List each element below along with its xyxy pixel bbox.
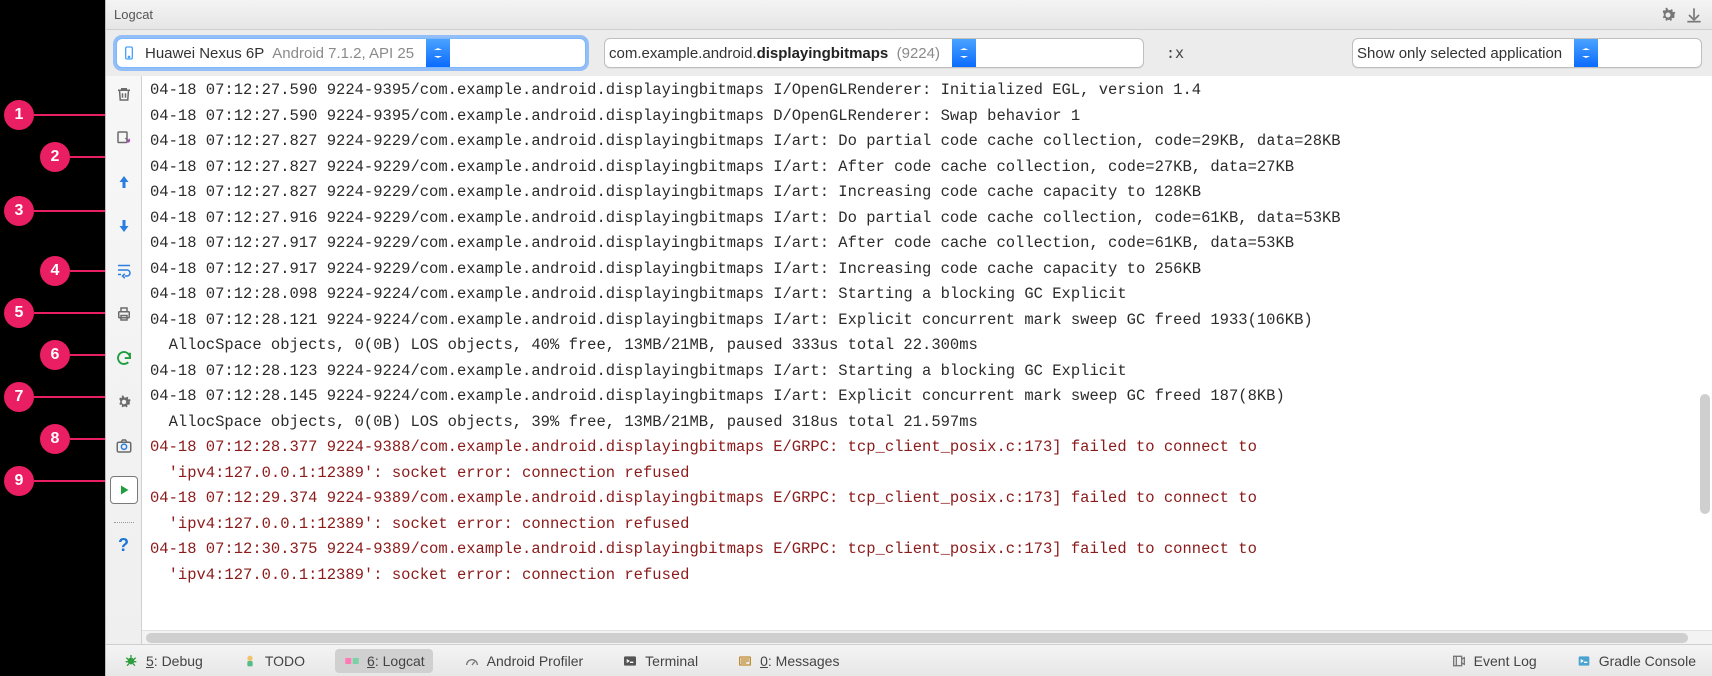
settings-button[interactable] xyxy=(110,388,138,416)
logcat-icon xyxy=(343,652,361,670)
device-icon xyxy=(117,45,141,61)
logcat-gutter-toolbar: ? xyxy=(106,76,142,644)
log-line: 04-18 07:12:30.375 9224-9389/com.example… xyxy=(150,537,1712,588)
hide-icon[interactable] xyxy=(1684,5,1704,25)
tab-debug-label: 5: Debug xyxy=(146,653,203,669)
process-pkg-bold: displayingbitmaps xyxy=(757,45,889,62)
callout-badge-5: 5 xyxy=(4,298,34,328)
tab-messages[interactable]: 0: Messages xyxy=(728,649,847,673)
log-line: 04-18 07:12:28.121 9224-9224/com.example… xyxy=(150,308,1712,359)
callout-badge-2: 2 xyxy=(40,142,70,172)
tab-debug[interactable]: 5: Debug xyxy=(114,649,211,673)
tab-event-log[interactable]: Event Log xyxy=(1442,649,1545,673)
callout-badge-7: 7 xyxy=(4,382,34,412)
tab-todo-label: TODO xyxy=(265,653,305,669)
clear-log-button[interactable] xyxy=(110,80,138,108)
down-stack-button[interactable] xyxy=(110,212,138,240)
annotation-callout-column: 1 2 3 4 5 6 7 8 9 xyxy=(0,0,105,676)
tab-gradle-console[interactable]: Gradle Console xyxy=(1567,649,1704,673)
screen-record-button[interactable] xyxy=(110,476,138,504)
tool-window-titlebar: Logcat xyxy=(106,0,1712,30)
tab-profiler-label: Android Profiler xyxy=(487,653,584,669)
logcat-panel: Logcat Huawei Nexus 6P Android 7.1.2, AP… xyxy=(105,0,1712,676)
eventlog-icon xyxy=(1450,652,1468,670)
log-viewport: 04-18 07:12:27.590 9224-9395/com.example… xyxy=(142,76,1712,644)
callout-badge-4: 4 xyxy=(40,256,70,286)
log-line: 04-18 07:12:27.827 9224-9229/com.example… xyxy=(150,129,1712,155)
process-pkg-prefix: com.example.android. xyxy=(609,45,757,62)
scroll-to-end-button[interactable] xyxy=(110,124,138,152)
dropdown-arrow-icon xyxy=(426,39,450,67)
log-line: 04-18 07:12:27.827 9224-9229/com.example… xyxy=(150,155,1712,181)
tab-terminal-label: Terminal xyxy=(645,653,698,669)
filter-mode-select[interactable]: Show only selected application xyxy=(1352,38,1702,68)
todo-icon xyxy=(241,652,259,670)
dropdown-arrow-icon xyxy=(1574,39,1598,67)
device-select[interactable]: Huawei Nexus 6P Android 7.1.2, API 25 xyxy=(116,38,586,68)
callout-badge-3: 3 xyxy=(4,196,34,226)
log-line: 04-18 07:12:27.827 9224-9229/com.example… xyxy=(150,180,1712,206)
device-name: Huawei Nexus 6P xyxy=(145,45,264,62)
regex-hint: :x xyxy=(1162,44,1188,62)
log-line: 04-18 07:12:28.123 9224-9224/com.example… xyxy=(150,359,1712,385)
callout-badge-8: 8 xyxy=(40,424,70,454)
callout-badge-9: 9 xyxy=(4,466,34,496)
log-line: 04-18 07:12:28.098 9224-9224/com.example… xyxy=(150,282,1712,308)
help-button[interactable]: ? xyxy=(110,531,138,559)
log-text[interactable]: 04-18 07:12:27.590 9224-9395/com.example… xyxy=(142,76,1712,630)
gear-icon[interactable] xyxy=(1658,5,1678,25)
vertical-scrollbar[interactable] xyxy=(1700,84,1710,624)
process-select[interactable]: com.example.android.displayingbitmaps (9… xyxy=(604,38,1144,68)
tab-logcat[interactable]: 6: Logcat xyxy=(335,649,433,673)
log-line: 04-18 07:12:27.590 9224-9395/com.example… xyxy=(150,104,1712,130)
restart-button[interactable] xyxy=(110,344,138,372)
log-line: 04-18 07:12:28.145 9224-9224/com.example… xyxy=(150,384,1712,435)
tab-eventlog-label: Event Log xyxy=(1474,653,1537,669)
gradle-icon xyxy=(1575,652,1593,670)
tab-logcat-label: 6: Logcat xyxy=(367,653,425,669)
up-stack-button[interactable] xyxy=(110,168,138,196)
tab-messages-label: 0: Messages xyxy=(760,653,839,669)
bottom-tool-tabs: 5: Debug TODO 6: Logcat Android Profiler… xyxy=(106,644,1712,676)
log-line: 04-18 07:12:27.590 9224-9395/com.example… xyxy=(150,78,1712,104)
tab-profiler[interactable]: Android Profiler xyxy=(455,649,592,673)
tool-window-title: Logcat xyxy=(114,7,1652,22)
dropdown-arrow-icon xyxy=(952,39,976,67)
log-line: 04-18 07:12:27.916 9224-9229/com.example… xyxy=(150,206,1712,232)
horizontal-scrollbar[interactable] xyxy=(142,630,1712,644)
profiler-icon xyxy=(463,652,481,670)
process-pid: (9224) xyxy=(897,45,940,62)
log-line: 04-18 07:12:28.377 9224-9388/com.example… xyxy=(150,435,1712,486)
log-line: 04-18 07:12:29.374 9224-9389/com.example… xyxy=(150,486,1712,537)
print-button[interactable] xyxy=(110,300,138,328)
callout-badge-6: 6 xyxy=(40,340,70,370)
tab-terminal[interactable]: Terminal xyxy=(613,649,706,673)
tab-todo[interactable]: TODO xyxy=(233,649,313,673)
messages-icon xyxy=(736,652,754,670)
gutter-separator xyxy=(114,522,134,523)
log-line: 04-18 07:12:27.917 9224-9229/com.example… xyxy=(150,257,1712,283)
soft-wrap-button[interactable] xyxy=(110,256,138,284)
screenshot-button[interactable] xyxy=(110,432,138,460)
logcat-filter-bar: Huawei Nexus 6P Android 7.1.2, API 25 co… xyxy=(106,30,1712,76)
bug-icon xyxy=(122,652,140,670)
log-line: 04-18 07:12:27.917 9224-9229/com.example… xyxy=(150,231,1712,257)
tab-gradle-label: Gradle Console xyxy=(1599,653,1696,669)
callout-badge-1: 1 xyxy=(4,100,34,130)
terminal-icon xyxy=(621,652,639,670)
filter-mode-label: Show only selected application xyxy=(1353,45,1574,62)
